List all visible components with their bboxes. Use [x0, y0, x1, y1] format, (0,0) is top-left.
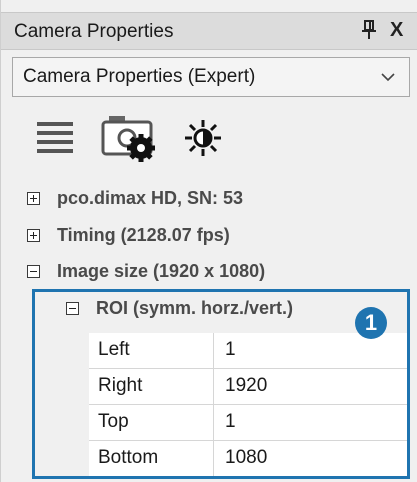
- chevron-down-icon: [381, 73, 395, 82]
- panel-title: Camera Properties: [14, 21, 174, 42]
- toolbar: [37, 112, 297, 162]
- expand-icon[interactable]: [27, 229, 40, 242]
- view-mode-dropdown[interactable]: Camera Properties (Expert): [12, 57, 410, 97]
- callout-badge: 1: [355, 307, 387, 339]
- roi-highlight-frame: [32, 289, 410, 479]
- dropdown-selected-value: Camera Properties (Expert): [23, 66, 256, 87]
- tree-item-label: Timing (2128.07 fps): [57, 225, 230, 245]
- tree-item-label: Image size (1920 x 1080): [57, 261, 266, 281]
- tree-item-label: pco.dimax HD, SN: 53: [57, 188, 244, 208]
- expand-icon[interactable]: [27, 192, 40, 205]
- collapse-icon[interactable]: [27, 265, 40, 278]
- list-icon[interactable]: [37, 120, 73, 154]
- brightness-icon[interactable]: [183, 118, 223, 158]
- pin-icon[interactable]: [362, 20, 376, 45]
- camera-settings-icon[interactable]: [101, 112, 161, 162]
- close-icon[interactable]: X: [390, 19, 403, 42]
- panel-title-bar: Camera Properties X: [1, 12, 417, 50]
- camera-properties-panel: Camera Properties X Camera Properties (E…: [0, 0, 417, 482]
